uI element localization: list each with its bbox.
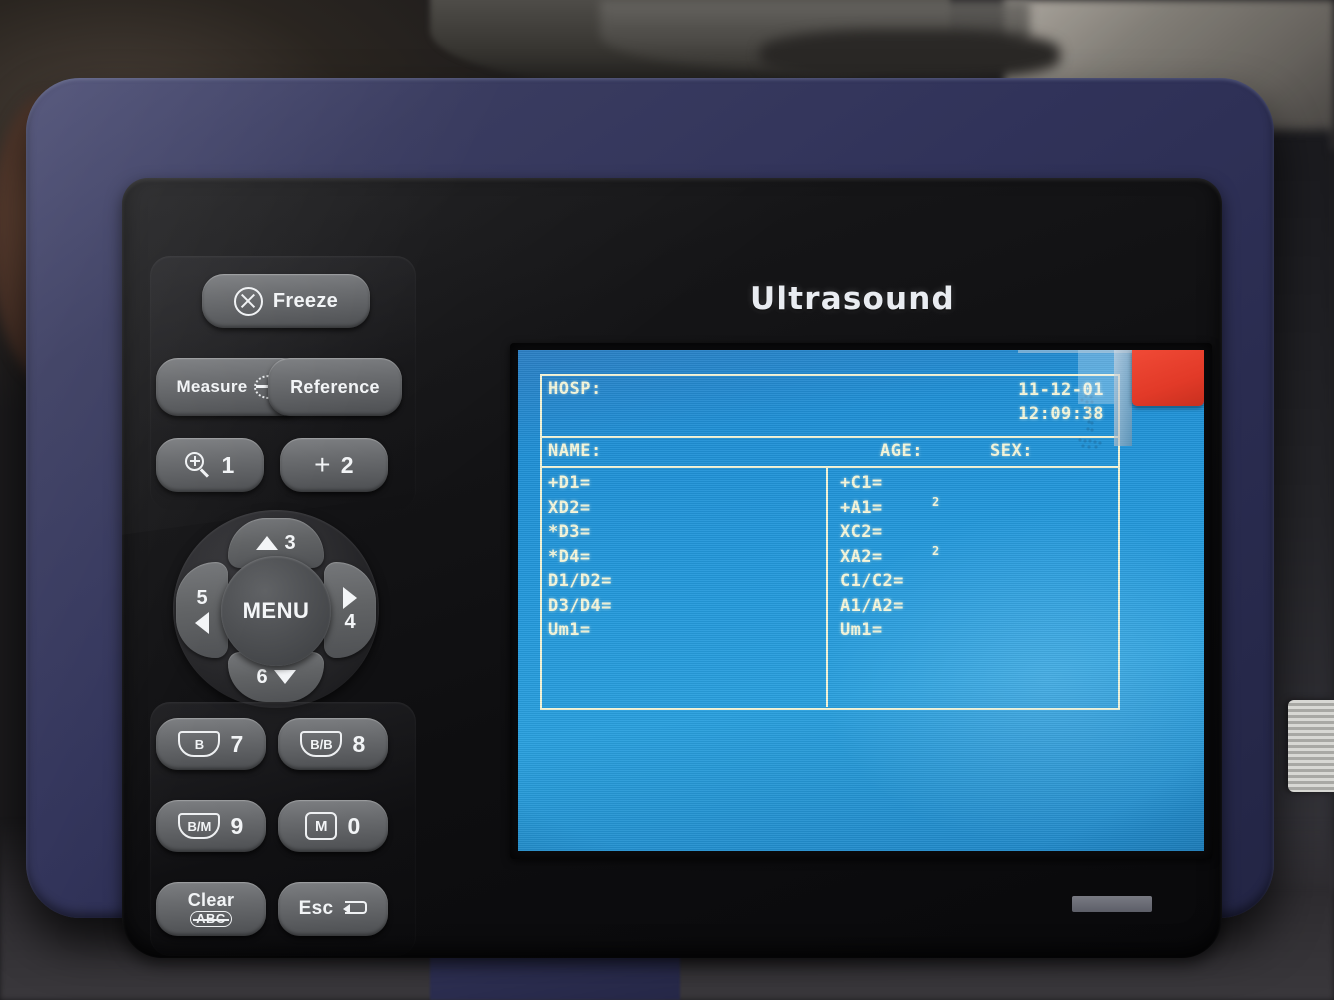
- measurement-label: XC2=: [840, 522, 883, 542]
- navigation-dpad: 3 5 4 6 MENU: [170, 510, 382, 708]
- measurement-row: +C1=: [840, 473, 1118, 498]
- measure-button-label: Measure: [176, 377, 248, 396]
- measurement-row: XA2= 2: [840, 543, 1118, 572]
- freeze-icon: [233, 286, 263, 316]
- add-caliper-button-number: 2: [340, 451, 354, 478]
- measurement-report-panel: HOSP: 11-12-01 12:09:38 NAME: AGE: SEX: …: [540, 374, 1120, 710]
- patient-info-row: NAME: AGE: SEX:: [542, 438, 1118, 468]
- dpad-down-label: 6: [256, 665, 268, 688]
- measurement-label: *D3=: [548, 522, 591, 542]
- measurement-row: D3/D4=: [548, 596, 826, 621]
- probe-sector-icon: B: [178, 731, 221, 757]
- freeze-button-label: Freeze: [272, 289, 339, 312]
- clear-button[interactable]: Clear ABC: [156, 882, 266, 936]
- measurement-row: Um1=: [840, 620, 1118, 645]
- measurement-label: +C1=: [840, 473, 883, 493]
- bb-mode-button-number: 8: [352, 730, 366, 757]
- measurement-row: *D3=: [548, 522, 826, 547]
- patient-name-label: NAME:: [548, 441, 602, 461]
- measurement-label: XD2=: [548, 497, 591, 518]
- measurement-row: C1/C2=: [840, 571, 1118, 596]
- measurement-label: C1/C2=: [840, 571, 904, 591]
- bb-mode-button[interactable]: B/B 8: [278, 718, 388, 770]
- hospital-label: HOSP:: [548, 379, 602, 399]
- measurement-label: *D4=: [548, 546, 591, 567]
- screen-bezel: HOSP: 11-12-01 12:09:38 NAME: AGE: SEX: …: [510, 343, 1212, 859]
- zoom-in-icon: [185, 452, 211, 478]
- arrow-left-icon: [195, 611, 209, 634]
- measurement-label: Um1=: [548, 620, 591, 640]
- measurement-label: +D1=: [548, 473, 591, 493]
- bb-mode-icon-label: B/B: [310, 736, 333, 752]
- measurement-row: XC2=: [840, 522, 1118, 547]
- background-cable-lower: [760, 30, 1060, 80]
- dpad-up-label: 3: [284, 531, 296, 554]
- m-mode-icon: M: [305, 812, 338, 840]
- measurement-row: +A1= 2: [840, 494, 1118, 523]
- measurement-row: D1/D2=: [548, 571, 826, 596]
- measurement-label: +A1=: [840, 497, 883, 518]
- probe-connector-port[interactable]: [1288, 700, 1334, 792]
- clear-button-label: Clear: [187, 890, 235, 911]
- area-measurement-column: +C1= +A1= 2 XC2= XA2= 2 C1/C2= A1/A2= Um…: [828, 468, 1118, 707]
- m-mode-icon-label: M: [315, 817, 328, 835]
- menu-button-label: MENU: [242, 598, 310, 623]
- patient-age-label: AGE:: [880, 441, 923, 461]
- dpad-right-label: 4: [344, 610, 356, 633]
- arrow-down-icon: [273, 670, 296, 684]
- device-protective-case: Ultrasound Freeze Measure Reference 1 + …: [26, 78, 1274, 958]
- arrow-up-icon: [256, 536, 279, 550]
- measurement-label: D3/D4=: [548, 595, 612, 616]
- measurement-label: D1/D2=: [548, 571, 612, 591]
- measurement-value: 2: [932, 494, 940, 509]
- arrow-right-icon: [343, 586, 357, 609]
- m-mode-button[interactable]: M 0: [278, 800, 388, 852]
- report-header: HOSP: 11-12-01 12:09:38: [542, 376, 1118, 438]
- enter-arrow-icon: [343, 900, 368, 918]
- date-value: 11-12-01: [1018, 380, 1104, 400]
- zoom-in-button-number: 1: [221, 451, 235, 478]
- distance-measurement-column: +D1= XD2= *D3= *D4= D1/D2= D3/D4= Um1=: [542, 468, 828, 707]
- lcd-display[interactable]: HOSP: 11-12-01 12:09:38 NAME: AGE: SEX: …: [518, 350, 1204, 851]
- report-body: +D1= XD2= *D3= *D4= D1/D2= D3/D4= Um1= +…: [542, 468, 1118, 707]
- probe-sector-icon: B/M: [178, 813, 221, 839]
- measurement-row: +D1=: [548, 473, 826, 498]
- measurement-value: 2: [932, 543, 940, 558]
- datetime-block: 11-12-01 12:09:38: [1018, 378, 1104, 426]
- clear-abc-icon: ABC: [190, 911, 232, 927]
- menu-button[interactable]: MENU: [221, 556, 331, 666]
- reference-button-label: Reference: [290, 376, 380, 397]
- freeze-button[interactable]: Freeze: [202, 274, 370, 328]
- patient-sex-label: SEX:: [990, 441, 1033, 461]
- dpad-left-label: 5: [196, 586, 208, 609]
- brand-title: Ultrasound: [750, 281, 955, 317]
- measurement-label: Um1=: [840, 620, 883, 640]
- measurement-label: A1/A2=: [840, 595, 904, 616]
- measurement-label: XA2=: [840, 546, 883, 567]
- film-corner-edge: [1018, 350, 1132, 353]
- bm-mode-button[interactable]: B/M 9: [156, 800, 266, 852]
- clear-button-stack: Clear ABC: [188, 891, 235, 927]
- b-mode-button[interactable]: B 7: [156, 718, 266, 770]
- add-caliper-button[interactable]: + 2: [280, 438, 388, 492]
- bm-mode-button-number: 9: [230, 812, 244, 839]
- measurement-row: *D4=: [548, 547, 826, 572]
- m-mode-button-number: 0: [347, 812, 361, 839]
- plus-icon: +: [314, 449, 331, 480]
- status-indicator-strip: [1072, 896, 1152, 912]
- measurement-row: Um1=: [548, 620, 826, 645]
- protective-film-pull-tab[interactable]: [1132, 350, 1204, 406]
- b-mode-button-number: 7: [230, 730, 244, 757]
- esc-button-label: Esc: [298, 898, 334, 919]
- probe-sector-icon: B/B: [300, 731, 343, 757]
- measurement-row: XD2=: [548, 498, 826, 523]
- esc-button[interactable]: Esc: [278, 882, 388, 936]
- b-mode-icon-label: B: [194, 736, 205, 752]
- bm-mode-icon-label: B/M: [187, 818, 212, 834]
- zoom-in-button[interactable]: 1: [156, 438, 264, 492]
- time-value: 12:09:38: [1018, 404, 1104, 425]
- reference-button[interactable]: Reference: [268, 358, 402, 416]
- measurement-row: A1/A2=: [840, 596, 1118, 621]
